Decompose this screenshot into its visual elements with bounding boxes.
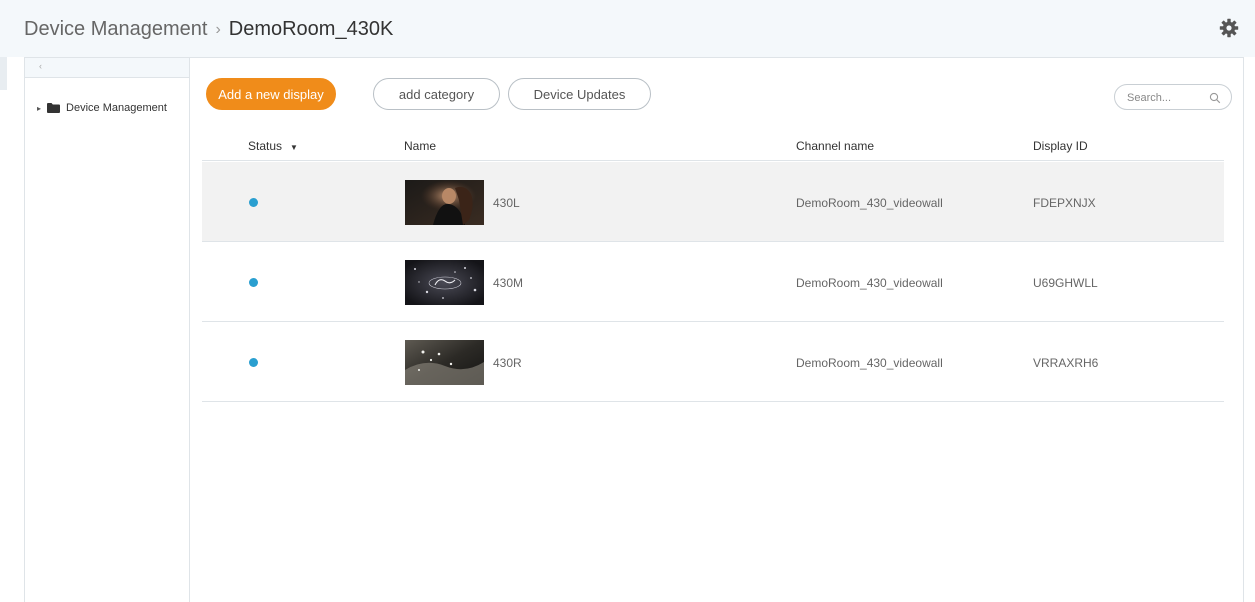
table-header: Status ▼ Name Channel name Display ID — [202, 133, 1224, 161]
row-display-id: FDEPXNJX — [1033, 196, 1096, 210]
row-name: 430R — [493, 356, 522, 370]
status-online-indicator — [249, 278, 258, 287]
breadcrumb-root-link[interactable]: Device Management — [24, 18, 207, 41]
folder-icon — [47, 103, 61, 113]
sidebar-collapse-button[interactable]: ‹ — [25, 58, 189, 78]
add-new-display-button[interactable]: Add a new display — [206, 78, 336, 110]
table-row[interactable]: 430M DemoRoom_430_videowall U69GHWLL — [202, 242, 1224, 322]
display-thumbnail — [405, 260, 484, 305]
breadcrumb: Device Management › DemoRoom_430K — [24, 18, 393, 41]
display-thumbnail — [405, 180, 484, 225]
column-header-name: Name — [404, 139, 437, 153]
row-name: 430M — [493, 276, 524, 290]
breadcrumb-separator: › — [215, 20, 221, 38]
table-row[interactable]: 430R DemoRoom_430_videowall VRRAXRH6 — [202, 322, 1224, 402]
left-edge-strip — [0, 57, 7, 90]
row-channel: DemoRoom_430_videowall — [796, 356, 943, 370]
table-row[interactable]: 430L DemoRoom_430_videowall FDEPXNJX — [202, 162, 1224, 242]
row-channel: DemoRoom_430_videowall — [796, 196, 943, 210]
chevron-left-icon: ‹ — [39, 61, 42, 71]
row-display-id: U69GHWLL — [1033, 276, 1098, 290]
tree-item-label: Device Management — [66, 102, 167, 114]
tree-item-device-management[interactable]: ▸ Device Management — [37, 102, 167, 114]
column-header-status-label: Status — [248, 139, 283, 153]
row-display-id: VRRAXRH6 — [1033, 356, 1099, 370]
sidebar: ‹ ▸ Device Management — [25, 58, 190, 602]
main-frame: ‹ ▸ Device Management Add a new display … — [24, 57, 1244, 602]
search-box — [1114, 84, 1232, 110]
device-updates-button[interactable]: Device Updates — [508, 78, 651, 110]
search-icon[interactable] — [1209, 91, 1221, 104]
caret-right-icon[interactable]: ▸ — [37, 104, 41, 113]
page-header: Device Management › DemoRoom_430K — [0, 0, 1255, 57]
column-header-display-id: Display ID — [1033, 139, 1088, 153]
search-input[interactable] — [1127, 89, 1207, 106]
gear-icon[interactable] — [1219, 18, 1239, 38]
column-header-channel: Channel name — [796, 139, 875, 153]
column-header-status[interactable]: Status ▼ — [248, 139, 298, 153]
status-online-indicator — [249, 358, 258, 367]
status-online-indicator — [249, 198, 258, 207]
row-name: 430L — [493, 196, 520, 210]
breadcrumb-current: DemoRoom_430K — [228, 18, 394, 40]
row-channel: DemoRoom_430_videowall — [796, 276, 943, 290]
sort-down-icon: ▼ — [290, 143, 298, 152]
add-category-button[interactable]: add category — [373, 78, 500, 110]
display-thumbnail — [405, 340, 484, 385]
